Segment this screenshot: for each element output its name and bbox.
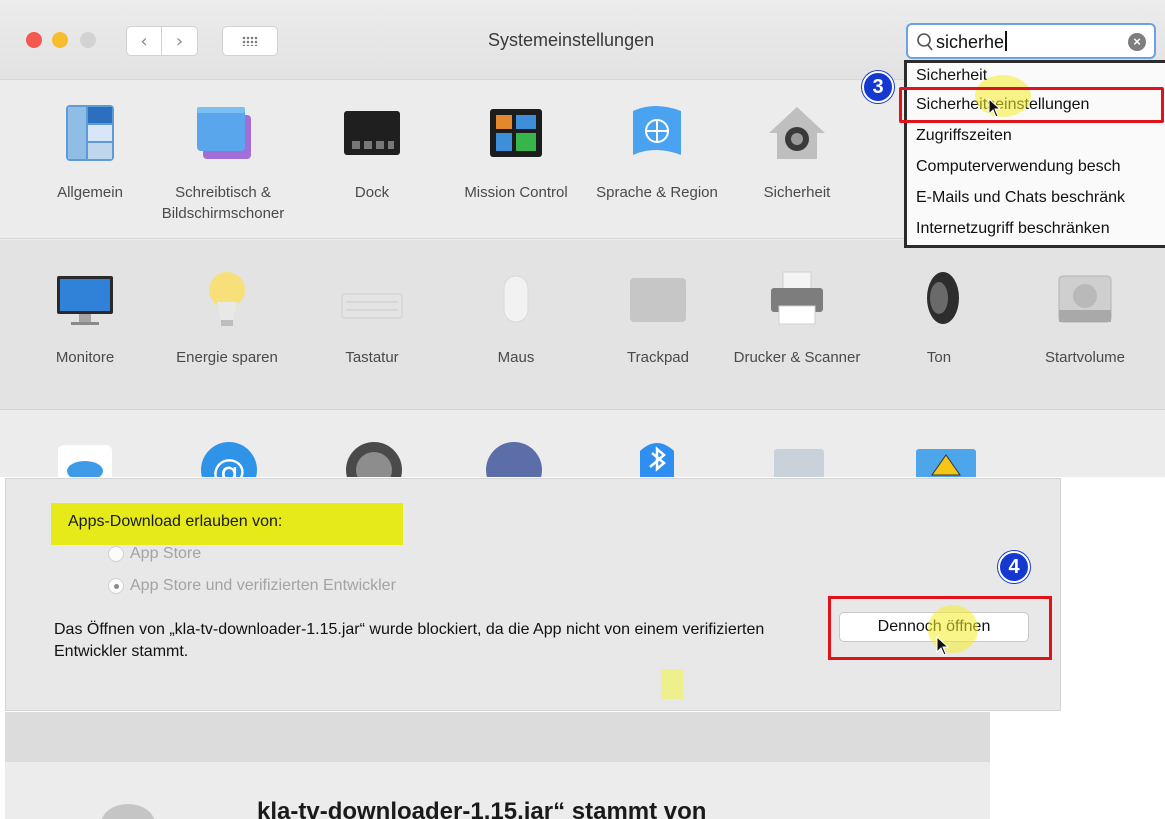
chevron-right-icon: › [175, 30, 184, 52]
pref-label: Ton [926, 349, 952, 366]
system-preferences-window: ‹ › Systemeinstellungen Allgemein Schrei… [0, 0, 1165, 477]
prefs-row-hardware: Monitore Energie sparen Tastatur Maus Tr… [0, 240, 1165, 410]
sharing-folder-icon[interactable] [914, 445, 978, 477]
security-general-pane: Apps-Download erlauben von: App Store Ap… [5, 478, 1061, 711]
dock-icon [344, 111, 400, 155]
search-icon [917, 33, 933, 51]
highlight-marker [661, 669, 683, 699]
hard-disk-icon [1058, 275, 1112, 323]
radio-label: App Store [130, 545, 202, 562]
blocked-app-message: Das Öffnen von „kla-tv-downloader-1.15.j… [54, 621, 765, 660]
keyboard-icon [341, 293, 403, 319]
pref-dock[interactable]: Dock [302, 101, 442, 203]
radio-app-store[interactable]: App Store [108, 545, 201, 563]
forward-button[interactable]: › [162, 26, 198, 56]
bluetooth-icon[interactable] [628, 439, 686, 477]
mission-control-icon [490, 109, 542, 157]
network-icon[interactable] [485, 441, 543, 477]
step-badge-3: 3 [862, 71, 894, 103]
desktop-icon [197, 107, 251, 159]
mouse-icon [503, 275, 529, 323]
pref-keyboard[interactable]: Tastatur [302, 266, 442, 368]
pref-label: Dock [354, 184, 390, 201]
extensions-icon[interactable] [770, 445, 828, 477]
lightbulb-icon [209, 272, 245, 326]
icloud-icon[interactable] [58, 445, 112, 477]
annotation-box-step3 [899, 87, 1164, 123]
pref-displays[interactable]: Monitore [15, 266, 155, 368]
close-window-button[interactable] [26, 32, 42, 48]
clear-search-icon[interactable]: × [1128, 33, 1146, 51]
suggestion-item[interactable]: Sicherheit [916, 67, 987, 85]
pref-label: Mission Control [464, 184, 568, 201]
radio-label: App Store und verifizierten Entwickler [130, 577, 396, 594]
pref-label: Schreibtisch & Bildschirmschoner [161, 184, 285, 222]
window-title: Systemeinstellungen [488, 30, 655, 50]
minimize-window-button[interactable] [52, 32, 68, 48]
trackpad-icon [630, 278, 686, 322]
pref-general[interactable]: Allgemein [20, 101, 160, 203]
pref-label: Maus [497, 349, 535, 366]
pref-security[interactable]: Sicherheit [727, 101, 867, 203]
zoom-window-button[interactable] [80, 32, 96, 48]
radio-button[interactable] [108, 546, 124, 562]
suggestion-item[interactable]: E-Mails und Chats beschränk [916, 189, 1125, 207]
pref-label: Allgemein [57, 184, 123, 201]
chevron-left-icon: ‹ [140, 30, 148, 52]
prefs-row-internet: @ [0, 411, 1165, 477]
software-update-icon[interactable] [345, 441, 403, 477]
step-badge-4: 4 [998, 551, 1030, 583]
dialog-heading: kla-tv-downloader-1.15.jar“ stammt von [257, 798, 707, 819]
back-button[interactable]: ‹ [126, 26, 162, 56]
suggestion-item[interactable]: Computerverwendung besch [916, 158, 1121, 176]
radio-button-selected[interactable] [108, 578, 124, 594]
app-icon [101, 804, 155, 819]
pref-label: Trackpad [627, 349, 689, 366]
grid-icon [242, 36, 258, 46]
pref-trackpad[interactable]: Trackpad [588, 266, 728, 368]
pref-label: Startvolume [1044, 349, 1126, 366]
pref-label: Energie sparen [176, 349, 278, 366]
pref-desktop-screensaver[interactable]: Schreibtisch & Bildschirmschoner [153, 101, 293, 224]
suggestion-item[interactable]: Internetzugriff beschränken [916, 220, 1110, 238]
pref-mouse[interactable]: Maus [446, 266, 586, 368]
pref-language-region[interactable]: Sprache & Region [587, 101, 727, 203]
radio-app-store-identified[interactable]: App Store und verifizierten Entwickler [108, 577, 396, 595]
dialog-title-bar [5, 712, 990, 762]
pref-label: Sicherheit [763, 184, 831, 201]
pref-printers-scanners[interactable]: Drucker & Scanner [727, 266, 867, 368]
open-confirmation-dialog: kla-tv-downloader-1.15.jar“ stammt von [5, 712, 990, 819]
printer-icon [771, 271, 823, 325]
pref-sound[interactable]: Ton [869, 266, 1009, 368]
internet-accounts-icon[interactable]: @ [200, 441, 258, 477]
svg-text:@: @ [212, 452, 246, 477]
general-icon [66, 105, 114, 161]
pref-label: Sprache & Region [596, 184, 718, 201]
monitor-icon [57, 276, 113, 325]
pref-mission-control[interactable]: Mission Control [446, 101, 586, 203]
cursor-icon [936, 636, 950, 656]
show-all-button[interactable] [222, 26, 278, 56]
pref-startup-disk[interactable]: Startvolume [1015, 266, 1155, 368]
pref-label: Monitore [55, 349, 115, 366]
speaker-icon [927, 272, 959, 324]
suggestion-item[interactable]: Zugriffszeiten [916, 127, 1012, 145]
allow-downloads-label: Apps-Download erlauben von: [68, 513, 283, 530]
pref-energy-saver[interactable]: Energie sparen [157, 266, 297, 368]
cursor-icon [988, 98, 1002, 118]
search-query-text: sicherhe [936, 31, 1007, 53]
flag-globe-icon [633, 106, 681, 155]
pref-label: Drucker & Scanner [733, 349, 861, 366]
house-lock-icon [769, 107, 825, 159]
pref-label: Tastatur [345, 349, 399, 366]
search-input[interactable]: sicherhe × [906, 23, 1156, 59]
